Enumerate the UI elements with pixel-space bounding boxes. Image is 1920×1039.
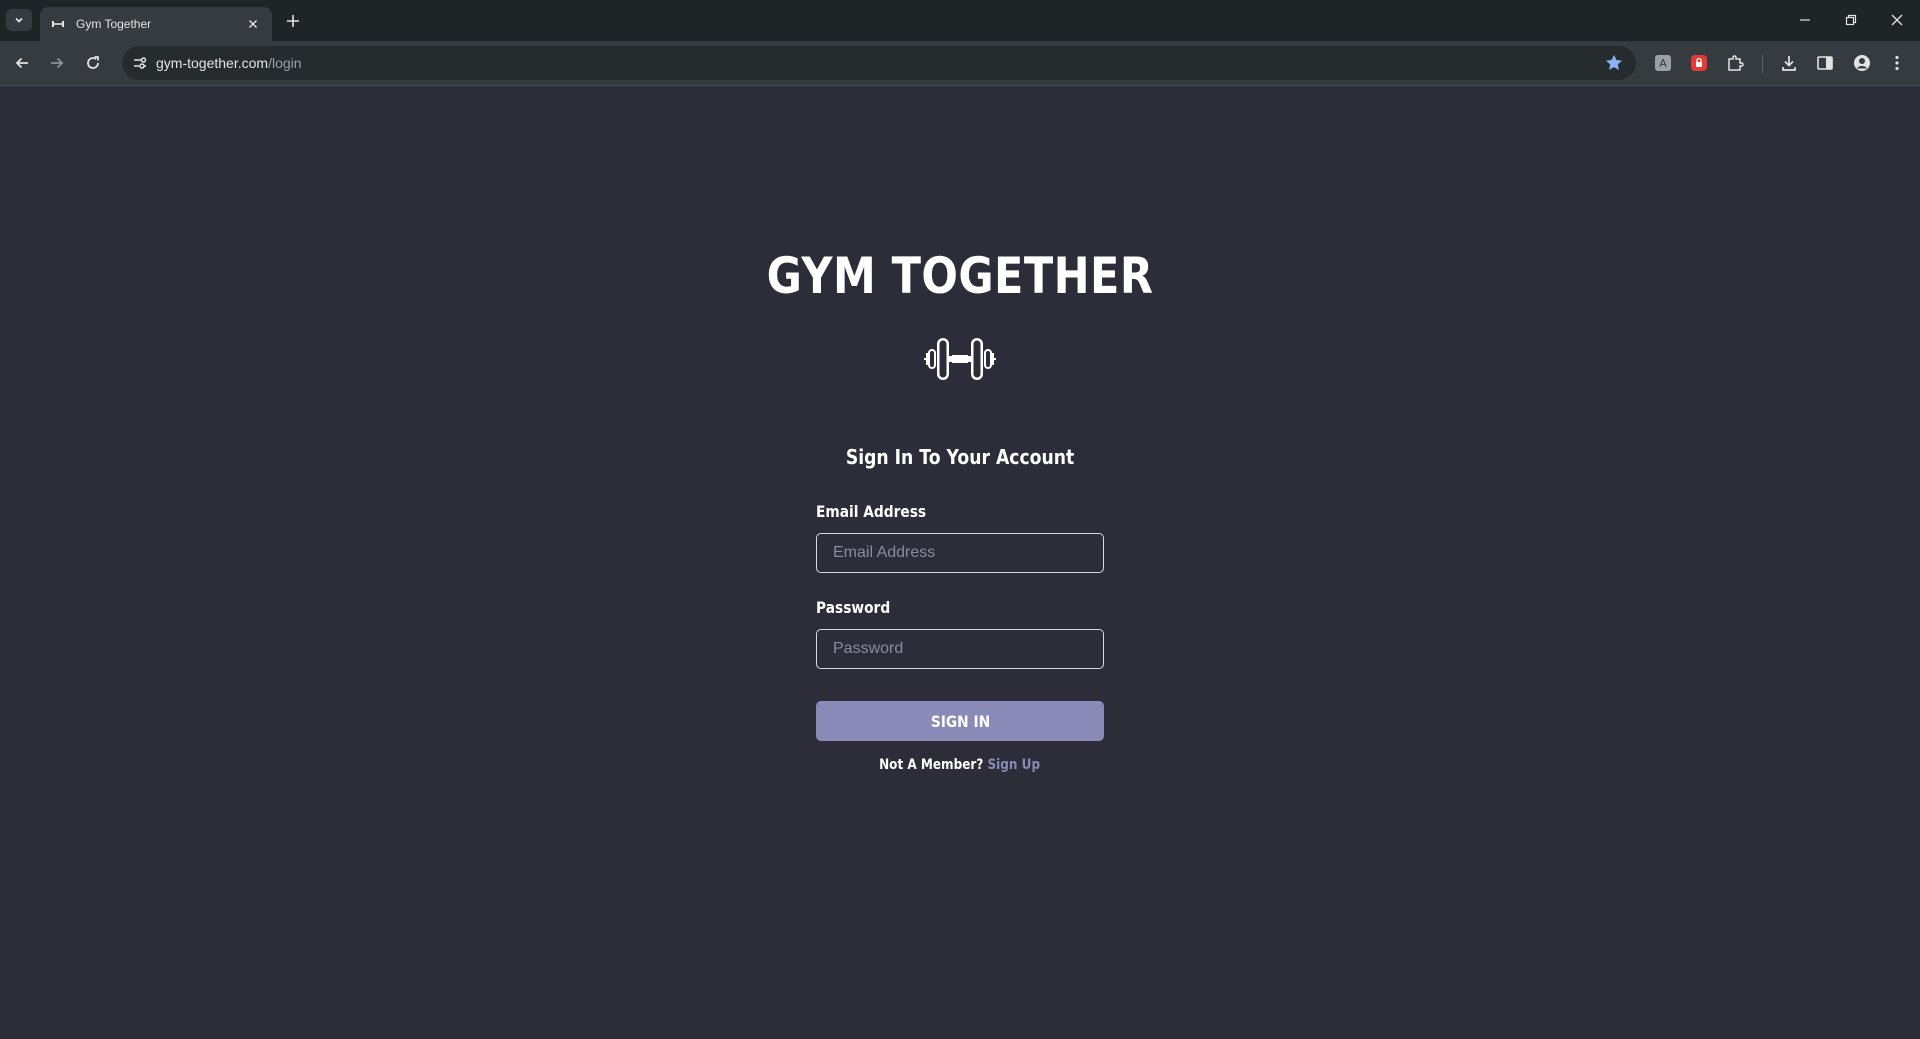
- member-prompt-text: Not A Member?: [879, 757, 984, 773]
- reload-button[interactable]: [80, 50, 106, 76]
- bookmark-star-icon[interactable]: [1604, 53, 1624, 73]
- sign-up-link[interactable]: Sign Up: [988, 757, 1041, 773]
- sign-in-label: SIGN IN: [930, 711, 990, 731]
- minimize-icon: [1800, 19, 1810, 21]
- url-text: gym-together.com/login: [156, 55, 302, 71]
- dumbbell-favicon-icon: [50, 16, 66, 32]
- active-tab[interactable]: Gym Together: [40, 7, 272, 41]
- dumbbell-icon: [924, 338, 996, 380]
- reload-icon: [87, 56, 99, 69]
- plus-icon: [287, 15, 299, 27]
- browser-tab-bar: Gym Together: [0, 0, 1920, 41]
- login-page: GYM TOGETHER Sign In To Your Account Ema…: [0, 87, 1920, 1039]
- tab-title: Gym Together: [76, 17, 152, 31]
- password-manager-extension-icon[interactable]: [1688, 52, 1710, 74]
- signup-prompt: Not A Member? Sign Up: [0, 757, 1920, 773]
- restore-icon: [1845, 14, 1857, 26]
- restore-button[interactable]: [1837, 8, 1865, 32]
- password-label: Password: [816, 598, 891, 617]
- downloads-icon[interactable]: [1778, 52, 1800, 74]
- url-host: gym-together.com: [156, 55, 269, 71]
- new-tab-button[interactable]: [282, 10, 304, 32]
- arrow-right-icon: [51, 57, 64, 69]
- close-icon: [1891, 14, 1903, 26]
- browser-toolbar: gym-together.com/login A: [0, 41, 1920, 86]
- sign-in-button[interactable]: SIGN IN: [816, 701, 1104, 741]
- chevron-down-icon: [15, 17, 23, 23]
- profile-avatar-icon[interactable]: [1851, 52, 1873, 74]
- svg-text:A: A: [1659, 57, 1667, 70]
- forward-button[interactable]: [44, 50, 70, 76]
- toolbar-separator: [1762, 55, 1763, 73]
- translate-extension-icon[interactable]: A: [1652, 52, 1674, 74]
- password-field[interactable]: [816, 629, 1104, 669]
- back-button[interactable]: [9, 50, 35, 76]
- site-info-icon[interactable]: [130, 53, 150, 73]
- url-path: /login: [268, 55, 302, 71]
- extensions-puzzle-icon[interactable]: [1724, 52, 1746, 74]
- side-panel-icon[interactable]: [1814, 52, 1836, 74]
- brand-title: GYM TOGETHER: [766, 247, 1154, 305]
- tab-search-button[interactable]: [6, 9, 32, 31]
- arrow-left-icon: [15, 57, 28, 69]
- minimize-button[interactable]: [1791, 8, 1819, 32]
- address-bar[interactable]: gym-together.com/login: [122, 46, 1636, 80]
- signin-heading: Sign In To Your Account: [845, 445, 1075, 469]
- email-field[interactable]: [816, 533, 1104, 573]
- close-window-button[interactable]: [1883, 8, 1911, 32]
- close-tab-icon[interactable]: [244, 15, 262, 33]
- email-label: Email Address: [816, 502, 927, 521]
- menu-kebab-icon[interactable]: [1886, 52, 1908, 74]
